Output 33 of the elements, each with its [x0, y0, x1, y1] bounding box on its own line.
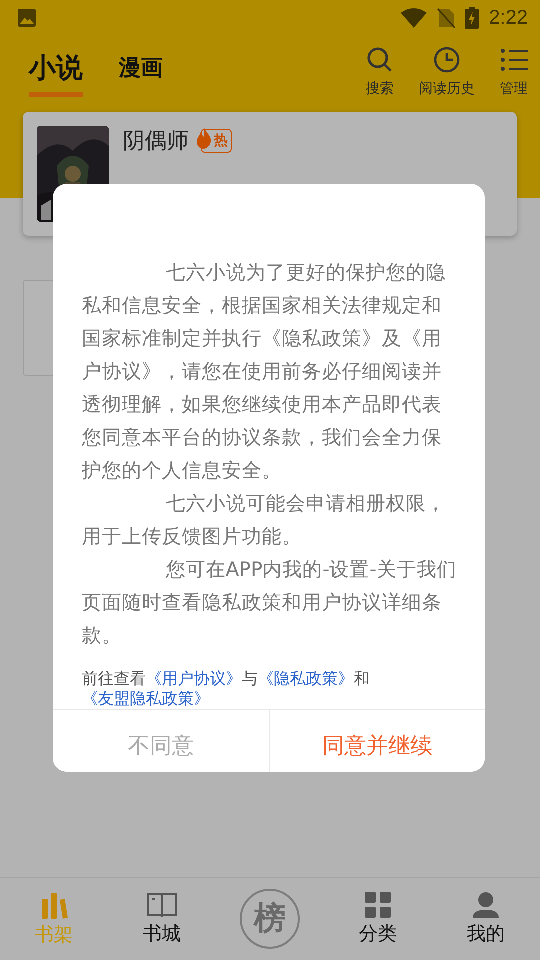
badge-label: 热: [212, 132, 228, 150]
battery-icon: [465, 7, 480, 29]
image-icon: [17, 8, 37, 28]
policy-paragraph: 七六小说可能会申请相册权限，用于上传反馈图片功能。: [82, 491, 447, 550]
policy-link[interactable]: 《用户协议》: [146, 669, 242, 688]
clock-icon[interactable]: [433, 46, 461, 74]
policy-link[interactable]: 《友盟隐私政策》: [82, 689, 210, 708]
category-tab[interactable]: 漫画: [119, 52, 163, 94]
book-title: 阴偶师: [123, 128, 189, 156]
book-icon[interactable]: [146, 891, 178, 919]
action-label[interactable]: 管理: [500, 80, 528, 98]
add-book-card[interactable]: [23, 280, 54, 376]
nav-label[interactable]: 书城: [143, 921, 181, 947]
wifi-icon: [401, 8, 428, 28]
nav-tab[interactable]: 我的: [446, 891, 526, 947]
nav-tab[interactable]: 分类: [338, 891, 418, 947]
no-sim-icon: [437, 8, 456, 28]
policy-link[interactable]: 《隐私政策》: [258, 669, 354, 688]
nav-label[interactable]: 我的: [467, 921, 505, 947]
nav-tab[interactable]: 书城: [122, 891, 202, 947]
action-label[interactable]: 搜索: [366, 80, 394, 98]
clock-time: 2:22: [489, 6, 528, 30]
category-tab[interactable]: 小说: [29, 50, 83, 96]
action-label[interactable]: 阅读历史: [419, 80, 475, 98]
policy-links-text: 前往查看《用户协议》与《隐私政策》和 《友盟隐私政策》: [82, 669, 371, 709]
grid-icon[interactable]: [364, 891, 392, 919]
policy-paragraph: 七六小说为了更好的保护您的隐私和信息安全，根据国家相关法律规定和国家标准制定并执行《隐私政策》及《用户协议》，请您在使用前务必仔细阅读并透彻理解，如果您继续使用本产品即代表您同意本平台的协议条款，我们会全力保护您的个人信息安全。: [82, 260, 447, 484]
nav-label[interactable]: 分类: [359, 921, 397, 947]
search-icon[interactable]: [366, 46, 394, 74]
flame-icon: [196, 127, 212, 149]
policy-paragraph: 您可在APP内我的-设置-关于我们页面随时查看隐私政策和用户协议详细条款。: [82, 557, 457, 649]
person-icon[interactable]: [471, 891, 501, 919]
list-icon[interactable]: [500, 46, 528, 74]
